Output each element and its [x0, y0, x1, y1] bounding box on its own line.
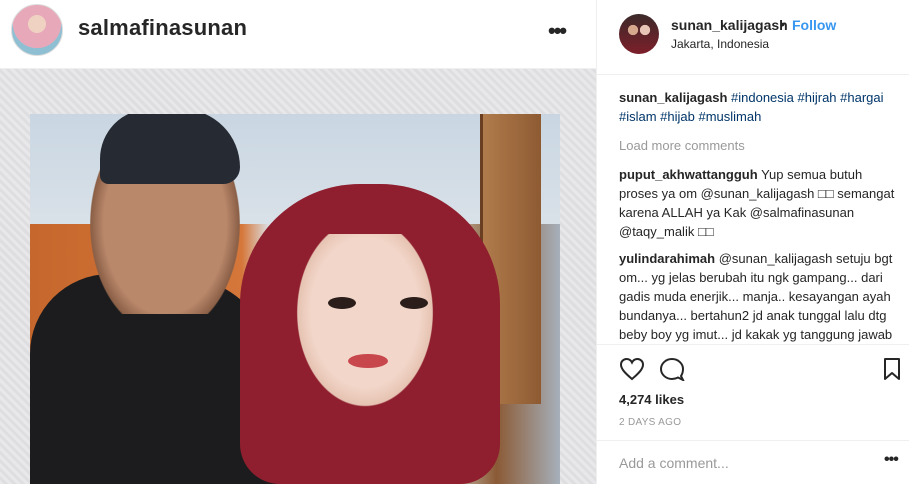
sidebar-avatar[interactable] [619, 14, 659, 54]
sidebar-header: sunan_kalijagash • Follow Jakarta, Indon… [597, 0, 909, 75]
photo-woman-face [295, 234, 435, 409]
photo-woman-eye-left [328, 297, 356, 309]
list-item: yulindarahimah @sunan_kalijagash setuju … [619, 249, 904, 344]
more-options-icon[interactable]: ••• [548, 18, 567, 44]
caption: sunan_kalijagash #indonesia #hijrah #har… [619, 88, 904, 126]
post-header: salmafinasunan ••• [0, 0, 596, 69]
post-author-username[interactable]: salmafinasunan [78, 15, 247, 41]
separator-dot: • [780, 16, 785, 32]
post-sidebar: sunan_kalijagash • Follow Jakarta, Indon… [596, 0, 909, 484]
sidebar-username[interactable]: sunan_kalijagash [671, 17, 788, 33]
photo-woman-eye-right [400, 297, 428, 309]
list-item: puput_akhwattangguh Yup semua butuh pros… [619, 165, 904, 241]
comment-bubble-icon[interactable] [659, 357, 685, 381]
post-media-panel: salmafinasunan ••• [0, 0, 596, 484]
likes-count[interactable]: 4,274 likes [619, 392, 684, 407]
photo-woman-lips [348, 354, 388, 368]
comment-options-icon[interactable]: ••• [884, 451, 899, 469]
add-comment-input[interactable] [619, 455, 859, 471]
location-link[interactable]: Jakarta, Indonesia [671, 37, 769, 51]
comment-username[interactable]: puput_akhwattangguh [619, 167, 758, 182]
photo-frame [0, 69, 596, 484]
caption-username[interactable]: sunan_kalijagash [619, 90, 727, 105]
post-date[interactable]: 2 DAYS AGO [619, 417, 681, 428]
photo-man-hair [100, 114, 240, 184]
follow-button[interactable]: Follow [792, 17, 836, 33]
author-avatar[interactable] [11, 4, 63, 56]
comment-username[interactable]: yulindarahimah [619, 251, 715, 266]
post-photo[interactable] [30, 114, 560, 484]
load-more-comments-button[interactable]: Load more comments [619, 136, 904, 155]
add-comment-bar: ••• [597, 440, 909, 485]
heart-icon[interactable] [619, 357, 645, 381]
post-actions: 4,274 likes 2 DAYS AGO [597, 344, 909, 455]
bookmark-icon[interactable] [882, 357, 902, 381]
comments-list: sunan_kalijagash #indonesia #hijrah #har… [619, 88, 904, 352]
